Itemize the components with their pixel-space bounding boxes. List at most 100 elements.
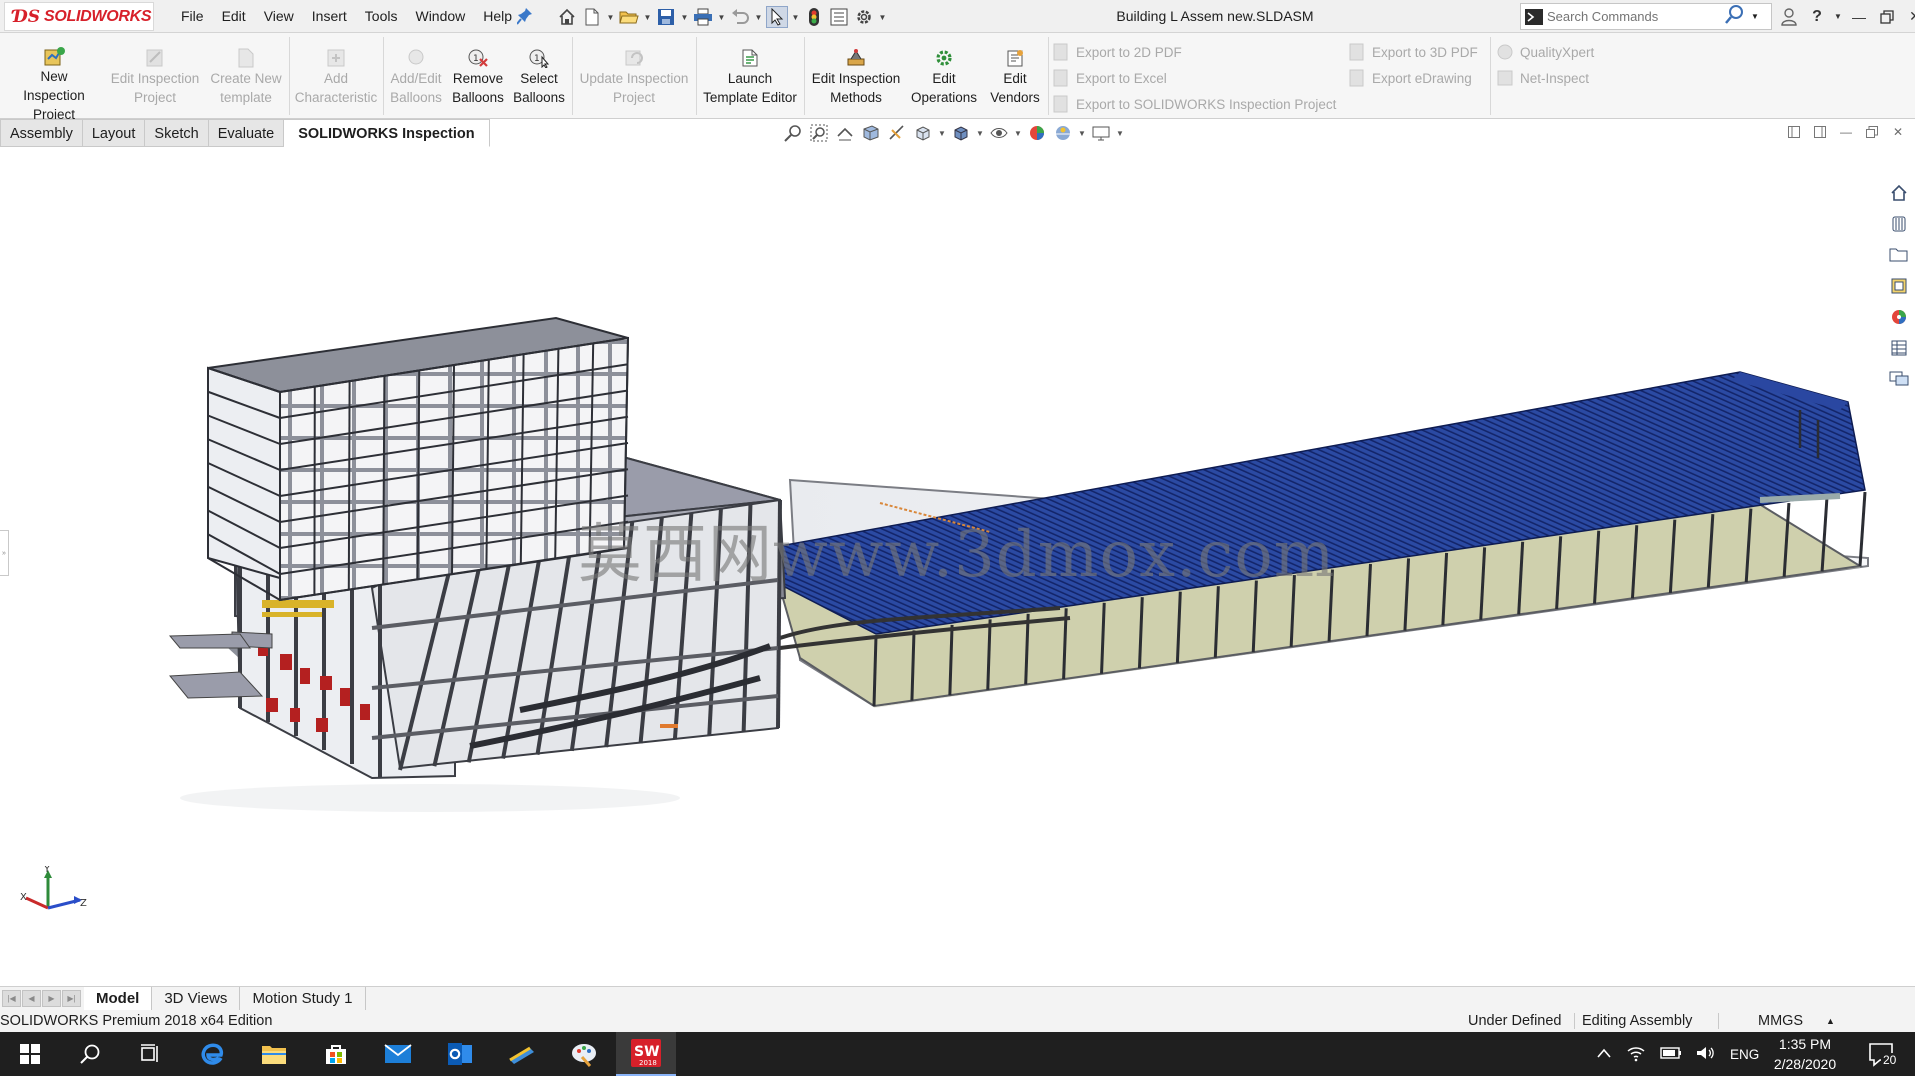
home-icon[interactable] — [556, 6, 578, 28]
tab-3d-views[interactable]: 3D Views — [152, 987, 241, 1011]
chevron-down-icon[interactable]: ▼ — [643, 13, 652, 22]
close-icon[interactable]: ✕ — [1904, 6, 1915, 28]
previous-view-icon[interactable] — [834, 122, 856, 144]
view-orientation-icon[interactable] — [912, 122, 934, 144]
chevron-down-icon[interactable]: ▼ — [680, 13, 689, 22]
rebuild-icon[interactable] — [803, 6, 825, 28]
doc-minimize-icon[interactable]: — — [1838, 124, 1854, 140]
zoom-to-area-icon[interactable] — [808, 122, 830, 144]
add-characteristic-button[interactable]: Add Characteristic — [292, 47, 380, 117]
language-indicator[interactable]: ENG — [1730, 1047, 1759, 1062]
doc-restore-icon[interactable] — [1864, 124, 1880, 140]
chevron-down-icon[interactable]: ▼ — [1748, 12, 1762, 21]
units-chevron-up-icon[interactable]: ▲ — [1826, 1010, 1835, 1032]
file-properties-icon[interactable] — [828, 6, 850, 28]
launch-template-editor-button[interactable]: Launch Template Editor — [700, 47, 800, 117]
mail-icon[interactable] — [368, 1032, 428, 1076]
chevron-down-icon[interactable]: ▼ — [791, 13, 800, 22]
chevron-down-icon[interactable]: ▼ — [1078, 129, 1086, 138]
edit-inspection-project-button[interactable]: Edit Inspection Project — [108, 47, 202, 117]
create-new-template-button[interactable]: Create New template — [206, 47, 286, 117]
search-icon[interactable] — [1722, 4, 1748, 29]
sticky-notes-icon[interactable] — [492, 1032, 552, 1076]
paint-app-icon[interactable] — [554, 1032, 614, 1076]
menu-edit[interactable]: Edit — [213, 0, 255, 33]
tab-layout[interactable]: Layout — [82, 119, 146, 147]
pin-menu-icon[interactable] — [516, 7, 535, 25]
menu-window[interactable]: Window — [406, 0, 474, 33]
export-edrawing-button[interactable]: Export eDrawing — [1348, 66, 1472, 90]
new-inspection-project-button[interactable]: New Inspection Project — [6, 47, 102, 122]
split-horizontal-icon[interactable] — [1786, 124, 1802, 140]
undo-icon[interactable] — [729, 6, 751, 28]
menu-tools[interactable]: Tools — [356, 0, 407, 33]
solidworks-taskbar-icon[interactable]: SW 2018 — [616, 1032, 676, 1076]
command-prompt-icon[interactable] — [1521, 4, 1547, 29]
search-icon[interactable] — [60, 1032, 120, 1076]
hide-show-items-icon[interactable] — [988, 122, 1010, 144]
windows-start-icon[interactable] — [0, 1032, 60, 1076]
user-account-icon[interactable] — [1778, 6, 1800, 28]
tab-solidworks-inspection[interactable]: SOLIDWORKS Inspection — [284, 119, 490, 147]
volume-icon[interactable] — [1696, 1045, 1716, 1064]
tab-evaluate[interactable]: Evaluate — [208, 119, 285, 147]
wifi-icon[interactable] — [1626, 1044, 1646, 1065]
status-units[interactable]: MMGS — [1758, 1010, 1803, 1032]
export-2d-pdf-button[interactable]: Export to 2D PDF — [1052, 40, 1182, 64]
tab-motion-study-1[interactable]: Motion Study 1 — [240, 987, 366, 1011]
update-inspection-project-button[interactable]: Update Inspection Project — [576, 47, 692, 117]
export-sw-inspection-project-button[interactable]: Export to SOLIDWORKS Inspection Project — [1052, 92, 1336, 116]
restore-icon[interactable] — [1876, 6, 1898, 28]
file-explorer-icon[interactable] — [1886, 242, 1912, 267]
remove-balloons-button[interactable]: 1 Remove Balloons — [450, 47, 506, 117]
export-3d-pdf-button[interactable]: Export to 3D PDF — [1348, 40, 1478, 64]
zoom-to-fit-icon[interactable] — [782, 122, 804, 144]
chevron-down-icon[interactable]: ▼ — [938, 129, 946, 138]
doc-close-icon[interactable]: ✕ — [1890, 124, 1906, 140]
outlook-icon[interactable] — [430, 1032, 490, 1076]
apply-scene-icon[interactable] — [1052, 122, 1074, 144]
view-palette-icon[interactable] — [1886, 273, 1912, 298]
battery-icon[interactable] — [1660, 1046, 1682, 1063]
edge-browser-icon[interactable] — [182, 1032, 242, 1076]
qualityxpert-button[interactable]: QualityXpert — [1496, 40, 1594, 64]
chevron-down-icon[interactable]: ▼ — [1834, 6, 1842, 28]
dynamic-annotation-icon[interactable] — [886, 122, 908, 144]
action-center-icon[interactable]: 20 — [1866, 1038, 1900, 1070]
forum-icon[interactable] — [1886, 366, 1912, 391]
select-cursor-icon[interactable] — [766, 6, 788, 28]
export-excel-button[interactable]: Export to Excel — [1052, 66, 1167, 90]
chevron-down-icon[interactable]: ▼ — [976, 129, 984, 138]
edit-vendors-button[interactable]: Edit Vendors — [984, 47, 1046, 117]
solidworks-resources-icon[interactable] — [1886, 180, 1912, 205]
menu-file[interactable]: File — [172, 0, 213, 33]
menu-view[interactable]: View — [255, 0, 303, 33]
graphics-area[interactable]: 莫西网www.3dmox.com Y X Z » — [0, 148, 1915, 986]
display-style-icon[interactable] — [950, 122, 972, 144]
file-explorer-icon[interactable] — [244, 1032, 304, 1076]
tower-block[interactable] — [207, 316, 630, 602]
custom-properties-icon[interactable] — [1886, 335, 1912, 360]
search-commands[interactable]: ▼ — [1520, 3, 1772, 30]
help-icon[interactable]: ? — [1806, 6, 1828, 28]
add-edit-balloons-button[interactable]: Add/Edit Balloons — [386, 47, 446, 117]
microsoft-store-icon[interactable] — [306, 1032, 366, 1076]
chevron-down-icon[interactable]: ▼ — [754, 13, 763, 22]
select-balloons-button[interactable]: 1 Select Balloons — [512, 47, 566, 117]
edit-inspection-methods-button[interactable]: Edit Inspection Methods — [808, 47, 904, 117]
previous-tab-icon[interactable]: ◀ — [22, 990, 41, 1007]
net-inspect-button[interactable]: Net-Inspect — [1496, 66, 1589, 90]
feature-manager-flyout-handle[interactable]: » — [0, 530, 9, 576]
view-settings-icon[interactable] — [1090, 122, 1112, 144]
chevron-down-icon[interactable]: ▼ — [606, 13, 615, 22]
tab-sketch[interactable]: Sketch — [145, 119, 209, 147]
new-document-icon[interactable] — [581, 6, 603, 28]
last-tab-icon[interactable]: ▶| — [62, 990, 81, 1007]
first-tab-icon[interactable]: |◀ — [2, 990, 21, 1007]
chevron-down-icon[interactable]: ▼ — [1116, 129, 1124, 138]
show-hidden-icons-icon[interactable] — [1596, 1047, 1612, 1062]
task-view-icon[interactable] — [120, 1032, 180, 1076]
edit-operations-button[interactable]: Edit Operations — [906, 47, 982, 117]
solidworks-logo[interactable]: ƊS SOLIDWORKS — [4, 2, 154, 31]
tab-model[interactable]: Model — [84, 987, 153, 1011]
